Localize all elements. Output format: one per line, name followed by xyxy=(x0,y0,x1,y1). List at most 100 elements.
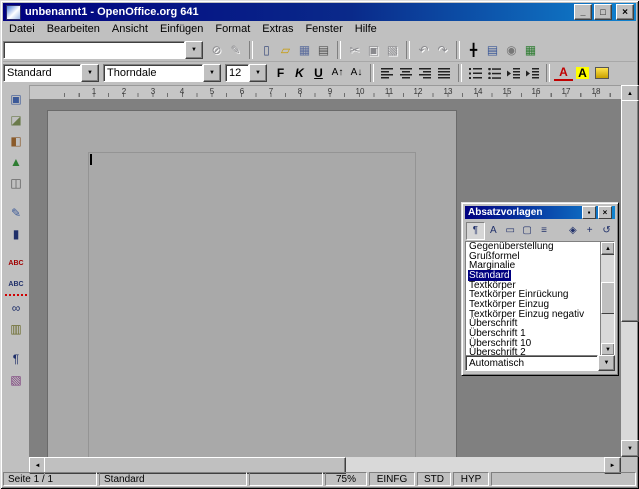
insert-object-icon[interactable]: ◧ xyxy=(5,131,27,150)
close-button[interactable]: × xyxy=(616,4,634,20)
status-insert-mode[interactable]: EINFG xyxy=(369,472,415,486)
paragraph-background-button[interactable] xyxy=(592,64,611,82)
draw-functions-icon[interactable]: ▲ xyxy=(5,152,27,171)
insert-fields-icon[interactable]: ◪ xyxy=(5,110,27,129)
new-style-from-selection-button[interactable]: + xyxy=(581,223,598,239)
font-size-combobox: 12 ▼ xyxy=(225,64,267,82)
style-dropdown-arrow-icon[interactable]: ▼ xyxy=(81,64,99,82)
find-replace-icon[interactable]: ∞ xyxy=(5,298,27,317)
status-selection-mode[interactable]: STD xyxy=(417,472,451,486)
font-color-button[interactable]: A xyxy=(554,65,573,81)
spellcheck-icon[interactable]: ABC xyxy=(5,254,27,273)
autotext-icon[interactable]: ✎ xyxy=(5,203,27,222)
menu-ansicht[interactable]: Ansicht xyxy=(106,22,154,36)
stylist-window: Absatzvorlagen ▪ × ¶ A ▭ ▢ ≡ ◈ + ↺ Gegen… xyxy=(461,202,619,376)
update-style-button[interactable]: ↺ xyxy=(598,223,615,239)
minimize-button[interactable]: _ xyxy=(574,4,592,20)
paragraph-styles-button[interactable]: ¶ xyxy=(466,222,485,240)
filter-dropdown-arrow-icon[interactable]: ▼ xyxy=(598,355,615,371)
scroll-down-icon[interactable]: ▼ xyxy=(621,440,639,457)
undo-icon[interactable]: ↶ xyxy=(414,41,433,59)
fill-format-mode-button[interactable]: ◈ xyxy=(564,223,581,239)
ruler-number: 15 xyxy=(501,87,513,96)
cut-icon[interactable]: ✂ xyxy=(345,41,364,59)
highlighting-button[interactable]: A xyxy=(573,64,592,82)
edit-file-icon[interactable]: ✎ xyxy=(226,41,245,59)
maximize-button[interactable]: □ xyxy=(594,4,612,20)
open-document-icon[interactable]: ▱ xyxy=(276,41,295,59)
paragraph-style-value[interactable]: Standard xyxy=(3,64,81,82)
size-dropdown-arrow-icon[interactable]: ▼ xyxy=(249,64,267,82)
scrollbar-corner xyxy=(621,457,637,472)
frame-styles-button[interactable]: ▭ xyxy=(502,223,519,239)
align-left-button[interactable] xyxy=(378,64,397,82)
style-list-scroll-thumb[interactable] xyxy=(601,282,615,314)
new-document-icon[interactable]: ▯ xyxy=(257,41,276,59)
url-input[interactable] xyxy=(3,41,185,59)
hyperlink-dialog-icon[interactable]: ◉ xyxy=(502,41,521,59)
style-list-scrollbar[interactable]: ▲ ▼ xyxy=(600,242,614,356)
nonprinting-characters-icon[interactable]: ¶ xyxy=(5,349,27,368)
horizontal-scrollbar[interactable]: ◄ ► xyxy=(29,457,621,472)
align-right-button[interactable] xyxy=(416,64,435,82)
justify-button[interactable] xyxy=(435,64,454,82)
stop-loading-icon[interactable]: ⊘ xyxy=(207,41,226,59)
status-page-style[interactable]: Standard xyxy=(99,472,247,486)
status-page[interactable]: Seite 1 / 1 xyxy=(3,472,97,486)
stylist-close-button[interactable]: × xyxy=(598,206,612,219)
menu-extras[interactable]: Extras xyxy=(256,22,299,36)
stylist-pin-button[interactable]: ▪ xyxy=(582,206,596,219)
align-center-button[interactable] xyxy=(397,64,416,82)
redo-icon[interactable]: ↷ xyxy=(433,41,452,59)
page-styles-button[interactable]: ▢ xyxy=(519,223,536,239)
vertical-scrollbar[interactable]: ▲ ▼ xyxy=(621,85,637,457)
numbering-styles-button[interactable]: ≡ xyxy=(536,223,553,239)
copy-icon[interactable]: ▣ xyxy=(364,41,383,59)
ruler-number: 5 xyxy=(206,87,218,96)
document-page[interactable] xyxy=(47,110,457,457)
gallery-icon[interactable]: ▦ xyxy=(521,41,540,59)
url-dropdown-arrow-icon[interactable]: ▼ xyxy=(185,41,203,59)
function-toolbar: ▼ ⊘ ✎ ▯ ▱ ▦ ▤ ✂ ▣ ▧ ↶ ↷ ╋ ▤ ◉ ▦ xyxy=(3,38,636,62)
toolbar-separator xyxy=(370,64,374,82)
bold-button[interactable]: F xyxy=(271,64,290,82)
application-icon xyxy=(6,5,21,20)
ruler-number: 7 xyxy=(265,87,277,96)
subscript-button[interactable]: A↓ xyxy=(347,64,366,82)
status-hyperlink-mode[interactable]: HYP xyxy=(453,472,489,486)
bullets-on-off-button[interactable] xyxy=(485,64,504,82)
save-document-icon[interactable]: ▦ xyxy=(295,41,314,59)
navigator-icon[interactable]: ╋ xyxy=(464,41,483,59)
stylist-icon[interactable]: ▤ xyxy=(483,41,502,59)
italic-button[interactable]: K xyxy=(290,64,309,82)
scroll-up-icon[interactable]: ▲ xyxy=(601,242,615,255)
font-dropdown-arrow-icon[interactable]: ▼ xyxy=(203,64,221,82)
superscript-button[interactable]: A↑ xyxy=(328,64,347,82)
direct-cursor-icon[interactable]: ▮ xyxy=(5,224,27,243)
menu-einfuegen[interactable]: Einfügen xyxy=(154,22,209,36)
style-list: Gegenüberstellung Grußformel Marginalie … xyxy=(465,241,615,359)
menu-hilfe[interactable]: Hilfe xyxy=(349,22,383,36)
status-zoom[interactable]: 75% xyxy=(325,472,367,486)
application-window: unbenannt1 - OpenOffice.org 641 _ □ × Da… xyxy=(0,0,639,489)
auto-spellcheck-icon[interactable]: ABC xyxy=(5,275,27,296)
menu-datei[interactable]: Datei xyxy=(3,22,41,36)
graphics-onoff-icon[interactable]: ▧ xyxy=(5,370,27,389)
data-sources-icon[interactable]: ▥ xyxy=(5,319,27,338)
numbering-on-off-button[interactable] xyxy=(466,64,485,82)
menu-bearbeiten[interactable]: Bearbeiten xyxy=(41,22,106,36)
font-name-value[interactable]: Thorndale xyxy=(103,64,203,82)
vertical-scroll-thumb[interactable] xyxy=(621,100,639,322)
menu-fenster[interactable]: Fenster xyxy=(299,22,348,36)
menu-format[interactable]: Format xyxy=(209,22,256,36)
character-styles-button[interactable]: A xyxy=(485,223,502,239)
font-size-value[interactable]: 12 xyxy=(225,64,249,82)
print-icon[interactable]: ▤ xyxy=(314,41,333,59)
underline-button[interactable]: U xyxy=(309,64,328,82)
decrease-indent-button[interactable] xyxy=(504,64,523,82)
insert-icon[interactable]: ▣ xyxy=(5,89,27,108)
increase-indent-button[interactable] xyxy=(523,64,542,82)
style-filter-value[interactable]: Automatisch xyxy=(465,355,598,371)
form-functions-icon[interactable]: ◫ xyxy=(5,173,27,192)
paste-icon[interactable]: ▧ xyxy=(383,41,402,59)
